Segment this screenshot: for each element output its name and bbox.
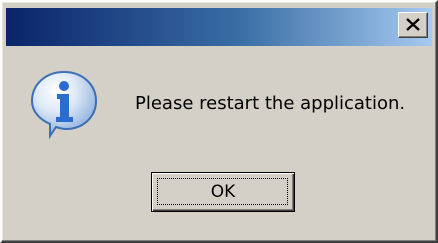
ok-button[interactable]: OK [151,172,295,212]
info-icon [30,70,98,140]
title-bar[interactable] [6,8,432,46]
close-icon [406,18,420,31]
close-button[interactable] [398,12,428,38]
dialog-message: Please restart the application. [135,93,406,114]
message-dialog: Please restart the application. OK [0,0,438,243]
ok-button-label: OK [210,182,236,202]
